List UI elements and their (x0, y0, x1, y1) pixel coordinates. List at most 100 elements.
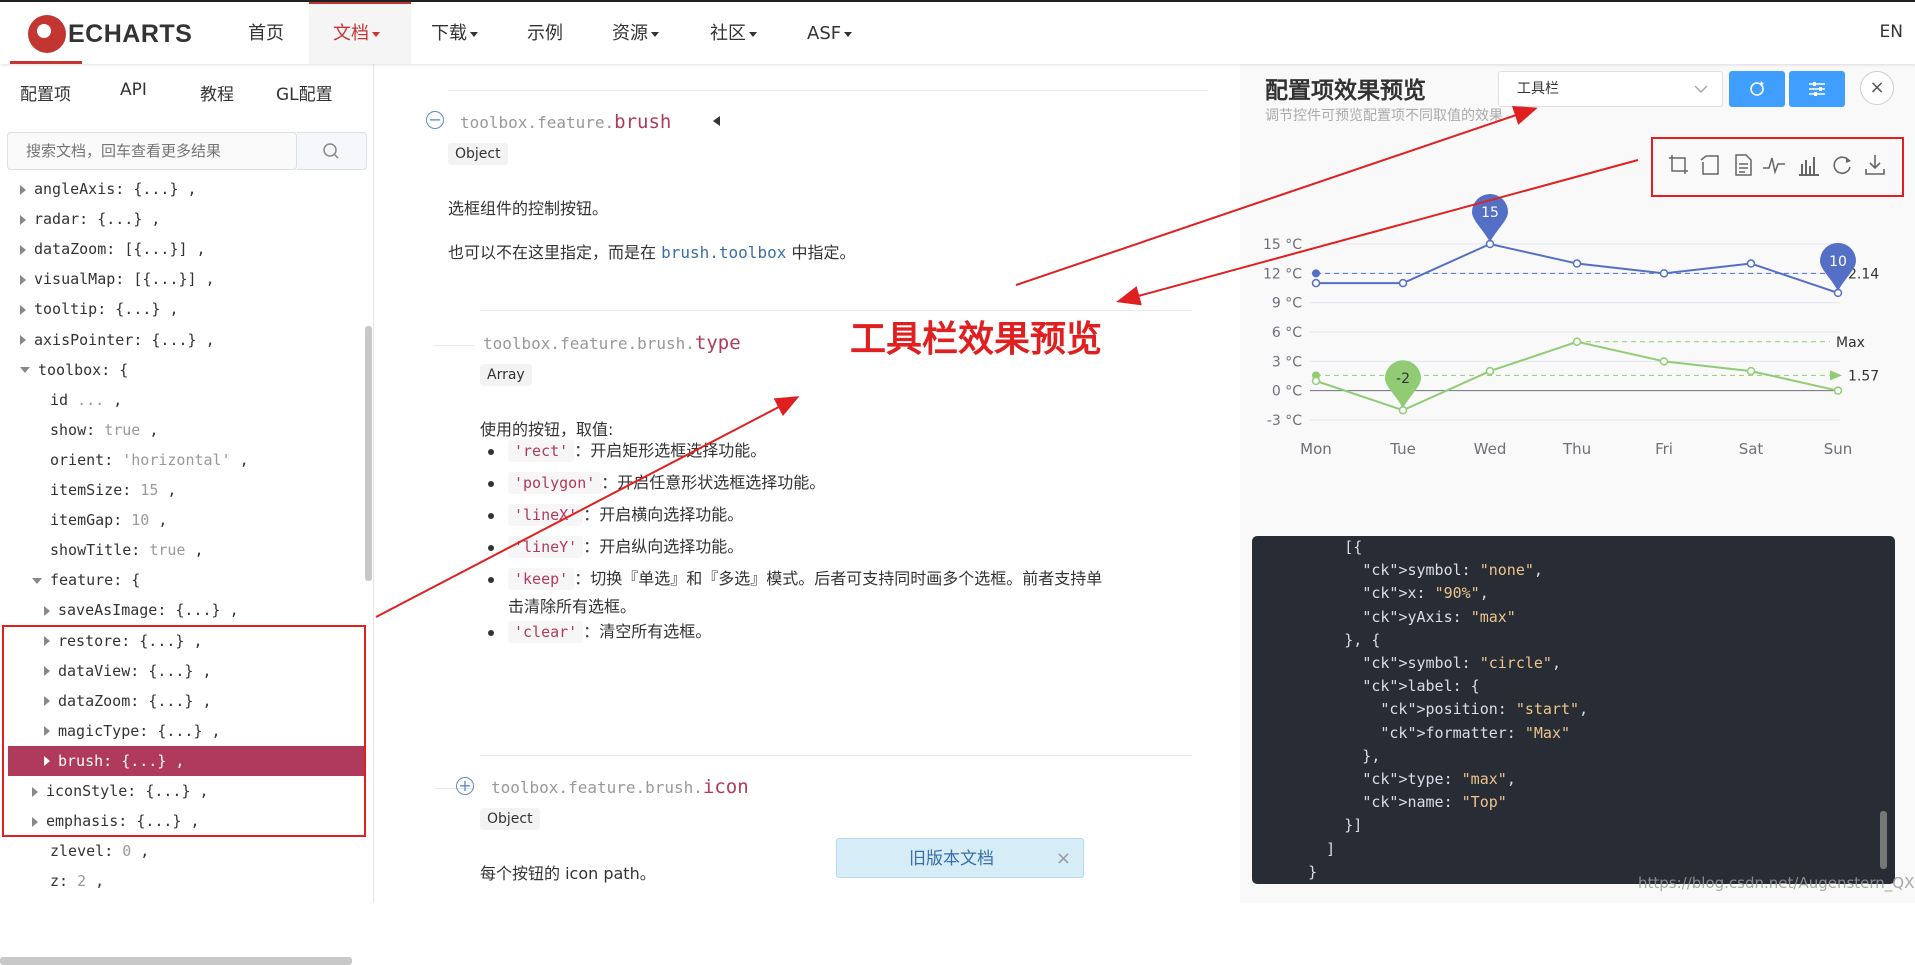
language-switch[interactable]: EN (1880, 22, 1903, 42)
tree-key: tooltip (34, 300, 98, 319)
tree-key: feature (50, 571, 114, 590)
preview-select[interactable]: 工具栏 (1498, 71, 1723, 107)
brush-desc-2: 也可以不在这里指定，而是在 brush.toolbox 中指定。 (448, 239, 855, 263)
tree-item-visualMap[interactable]: visualMap: [{...}] , (20, 264, 215, 294)
close-preview-button[interactable]: × (1860, 71, 1894, 105)
expanded-arrow-icon[interactable] (20, 367, 30, 374)
option-value-desc-cont: 击清除所有选框。 (508, 597, 637, 616)
bar-chart-icon[interactable] (1796, 152, 1822, 178)
list-item: 'keep' ：切换『单选』和『多选』模式。后者可支持同时画多个选框。前者支持单击… (508, 565, 1198, 621)
collapsed-arrow-icon[interactable] (20, 184, 26, 195)
nav-item-6[interactable]: ASF (807, 20, 853, 48)
tree-item-itemGap[interactable]: itemGap: 10 , (50, 505, 167, 535)
code-line: "ck">x: "90%", (1362, 584, 1489, 603)
sidebar-scrollbar-thumb[interactable] (365, 326, 372, 581)
nav-item-5[interactable]: 社区 (710, 20, 757, 48)
collapsed-arrow-icon[interactable] (20, 335, 26, 345)
tree-item-orient[interactable]: orient: 'horizontal' , (50, 445, 249, 475)
list-item: 'rect' ：开启矩形选框选择功能。 (508, 437, 1198, 465)
tree-key: itemSize (50, 481, 123, 499)
tree-key: saveAsImage (58, 601, 158, 620)
close-icon[interactable]: × (1056, 839, 1071, 879)
tree-item-z[interactable]: z: 2 , (50, 866, 104, 896)
collapsed-arrow-icon[interactable] (20, 304, 26, 315)
expanded-arrow-icon[interactable] (32, 577, 42, 584)
sidebar-tab-tutorial[interactable]: 教程 (200, 80, 234, 105)
nav-item-label: 文档 (333, 23, 369, 44)
tree-key: toolbox (38, 360, 102, 379)
sidebar-tab-api[interactable]: API (120, 80, 147, 100)
echarts-logo[interactable]: ECHARTS (28, 12, 192, 56)
data-point (1746, 366, 1756, 376)
icon-prop-prefix: toolbox.feature.brush. (491, 778, 703, 797)
save-image-icon[interactable] (1862, 152, 1888, 178)
option-value-desc: ：开启纵向选择功能。 (583, 537, 744, 556)
tree-item-show[interactable]: show: true , (50, 415, 158, 445)
bullet (488, 449, 494, 455)
collapsed-arrow-icon[interactable] (44, 605, 50, 616)
collapsed-arrow-icon[interactable] (20, 244, 26, 255)
data-view-icon[interactable] (1730, 152, 1756, 178)
code-line: "ck">position: "start", (1380, 700, 1589, 719)
watermark: https://blog.csdn.net/Augenstern_QXL (1638, 874, 1915, 892)
tree-item-tooltip[interactable]: tooltip: {...} , (20, 294, 179, 324)
sidebar-horizontal-scrollbar[interactable] (0, 957, 352, 965)
code-line: }, { (1272, 630, 1381, 649)
tree-item-showTitle[interactable]: showTitle: true , (50, 535, 204, 565)
nav-item-4[interactable]: 资源 (612, 20, 659, 48)
tree-item-id[interactable]: id ... , (50, 385, 122, 415)
tree-item-axisPointer[interactable]: axisPointer: {...} , (20, 325, 215, 355)
collapse-icon[interactable]: − (426, 111, 444, 129)
tree-item-toolbox[interactable]: toolbox: { (20, 355, 128, 385)
series-line (1316, 242, 1839, 294)
data-point (1485, 366, 1495, 376)
search-input[interactable] (8, 133, 298, 169)
tree-item-feature[interactable]: feature: { (32, 565, 140, 595)
icon-prop-name: toolbox.feature.brush.icon (491, 776, 749, 798)
tree-item-zlevel[interactable]: zlevel: 0 , (50, 836, 149, 866)
data-point (1833, 386, 1843, 395)
tree-value: true (104, 420, 141, 439)
tree-item-itemSize[interactable]: itemSize: 15 , (50, 475, 176, 505)
old-version-banner[interactable]: 旧版本文档 × (836, 838, 1084, 878)
tree-item-angleAxis[interactable]: angleAxis: {...} , (20, 174, 197, 204)
refresh-icon (1750, 81, 1764, 96)
refresh-button[interactable] (1729, 71, 1785, 107)
annotation-label: 工具栏效果预览 (850, 319, 1103, 360)
old-version-link[interactable]: 旧版本文档 (909, 839, 994, 879)
line-chart-icon[interactable] (1761, 152, 1787, 178)
tree-key: angleAxis (34, 180, 116, 198)
sidebar-tab-gl-option[interactable]: GL配置 (276, 80, 333, 105)
collapsed-arrow-icon[interactable] (20, 214, 26, 225)
tree-value: 2 (77, 872, 87, 891)
nav-item-3[interactable]: 示例 (527, 20, 563, 48)
rect-select-icon[interactable] (1666, 152, 1692, 178)
code-scrollbar-thumb[interactable] (1880, 811, 1887, 869)
collapse-arrow-icon[interactable] (712, 115, 722, 127)
tree-item-radar[interactable]: radar: {...} , (20, 204, 160, 234)
nav-item-1[interactable]: 文档 (333, 20, 380, 48)
search-button[interactable] (297, 132, 367, 170)
x-tick-label: Mon (1300, 440, 1332, 458)
nav-item-2[interactable]: 下载 (431, 20, 478, 48)
tree-item-dataZoom[interactable]: dataZoom: [{...}] , (20, 234, 206, 264)
code-line: "ck">formatter: "Max" (1380, 723, 1571, 742)
tree-item-saveAsImage[interactable]: saveAsImage: {...} , (44, 595, 239, 625)
settings-button[interactable] (1789, 71, 1845, 107)
tree-key: itemGap (50, 511, 114, 530)
collapsed-arrow-icon[interactable] (20, 274, 26, 285)
restore-icon[interactable] (1829, 152, 1855, 178)
tree-value: {...} (151, 330, 197, 349)
expand-icon[interactable]: + (456, 777, 474, 795)
tree-key: visualMap (34, 270, 116, 289)
code-editor[interactable]: [{ "ck">symbol: "none", "ck">x: "90%", "… (1252, 536, 1895, 884)
option-value-desc: ：开启横向选择功能。 (583, 505, 744, 524)
brush-toolbox-link[interactable]: brush.toolbox (661, 243, 786, 262)
sidebar-tab-option[interactable]: 配置项 (20, 80, 71, 105)
preview-title: 配置项效果预览 (1265, 78, 1426, 104)
preview-subtitle: 调节控件可预览配置项不同取值的效果 (1265, 108, 1503, 124)
nav-item-0[interactable]: 首页 (248, 20, 284, 48)
type-prop-name: toolbox.feature.brush.type (483, 332, 741, 354)
polygon-select-icon[interactable] (1698, 152, 1724, 178)
x-tick-label: Tue (1389, 440, 1416, 458)
